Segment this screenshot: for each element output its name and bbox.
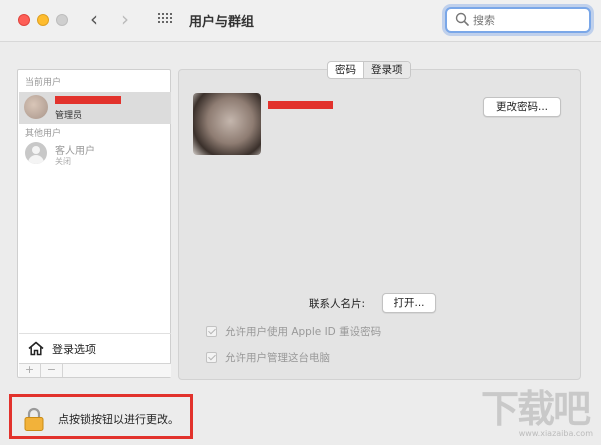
- panel-tabs: 密码 登录项: [327, 61, 411, 79]
- lock-icon[interactable]: [24, 407, 44, 431]
- admin-label: 允许用户管理这台电脑: [225, 352, 330, 364]
- open-contact-button[interactable]: 打开...: [382, 293, 436, 313]
- sidebar-item-guest-user[interactable]: 客人用户 关闭: [19, 140, 171, 170]
- zoom-window-button[interactable]: [56, 14, 68, 26]
- current-users-label: 当前用户: [25, 78, 62, 88]
- lock-highlight: 点按锁按钮以进行更改。: [9, 394, 193, 439]
- redacted-user-name: [55, 96, 121, 104]
- contact-card-label: 联系人名片:: [309, 298, 366, 310]
- user-avatar: [24, 95, 48, 119]
- house-icon: [28, 341, 44, 356]
- chevron-right-icon[interactable]: ›: [121, 9, 129, 29]
- close-window-button[interactable]: [18, 14, 30, 26]
- minimize-window-button[interactable]: [37, 14, 49, 26]
- add-remove-bar: + −: [19, 363, 171, 377]
- other-users-label: 其他用户: [25, 129, 62, 139]
- guest-user-status: 关闭: [55, 157, 71, 166]
- tab-password[interactable]: 密码: [328, 62, 364, 78]
- users-sidebar: 当前用户 管理员 其他用户 客人用户 关闭 登录选项 + −: [17, 69, 171, 378]
- admin-option: 允许用户管理这台电脑: [206, 350, 330, 365]
- window-title: 用户与群组: [189, 15, 255, 30]
- search-input[interactable]: [473, 11, 583, 29]
- apple-id-reset-checkbox[interactable]: [206, 326, 217, 337]
- watermark-url: www.xiazaiba.com: [518, 429, 593, 438]
- search-icon: [455, 12, 469, 26]
- watermark-logo: 下载吧 www.xiazaiba.com: [481, 388, 595, 438]
- change-password-button[interactable]: 更改密码...: [483, 97, 561, 117]
- guest-avatar-icon: [25, 142, 47, 164]
- login-options-label: 登录选项: [52, 343, 96, 356]
- remove-user-button[interactable]: −: [41, 364, 63, 377]
- tab-login-items[interactable]: 登录项: [364, 62, 410, 78]
- lock-label: 点按锁按钮以进行更改。: [58, 413, 179, 426]
- window-titlebar: ‹ › 用户与群组: [0, 0, 601, 42]
- apple-id-reset-option: 允许用户使用 Apple ID 重设密码: [206, 324, 381, 339]
- sidebar-item-current-user[interactable]: 管理员: [19, 92, 171, 124]
- watermark-text: 下载吧: [481, 387, 591, 431]
- chevron-left-icon[interactable]: ‹: [90, 9, 98, 29]
- redacted-full-name: [268, 101, 333, 109]
- admin-checkbox[interactable]: [206, 352, 217, 363]
- guest-user-name: 客人用户: [55, 146, 95, 157]
- add-user-button[interactable]: +: [19, 364, 41, 377]
- search-field[interactable]: [445, 7, 591, 33]
- user-photo[interactable]: [193, 93, 261, 155]
- apple-id-reset-label: 允许用户使用 Apple ID 重设密码: [225, 326, 382, 338]
- login-options-item[interactable]: 登录选项: [19, 333, 171, 363]
- show-all-grid-icon[interactable]: [158, 13, 174, 27]
- user-role-label: 管理员: [55, 111, 83, 121]
